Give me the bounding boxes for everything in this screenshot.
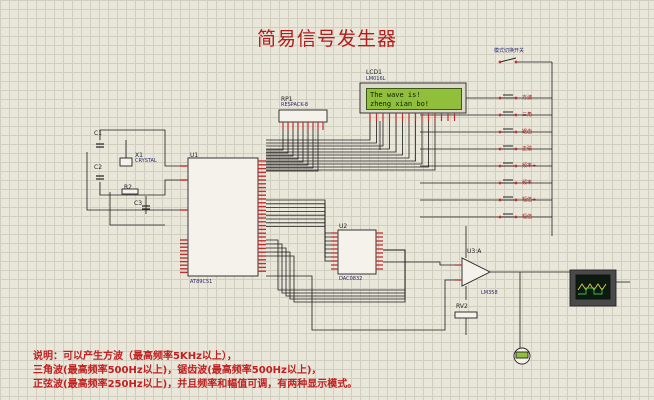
button-terminal: [514, 130, 518, 134]
schematic-canvas: [86, 57, 630, 365]
dac-bus-wire: [266, 203, 331, 238]
schematic-title: 简易信号发生器: [256, 28, 397, 50]
u3-label: U3:A: [467, 248, 482, 255]
button-terminal: [498, 130, 502, 134]
description-line-2: 三角波(最高频率500Hz以上)，锯齿波(最高频率500Hz以上)，: [33, 365, 322, 376]
rp1-body: [278, 109, 328, 123]
button-terminal: [498, 96, 502, 100]
x1-sub-label: CRYSTAL: [135, 158, 157, 164]
c2-wire: [99, 182, 110, 196]
dac-bus-wire: [266, 207, 331, 242]
button-label-3: 正弦: [522, 146, 533, 152]
voltmeter-display: [515, 351, 529, 359]
mode-switch-terminal: [498, 60, 502, 64]
button-terminal: [498, 215, 502, 219]
rp1-sub-label: RESPACK-8: [281, 102, 309, 108]
button-label-6: 幅值+: [522, 197, 537, 203]
button-terminal: [514, 147, 518, 151]
button-terminal: [514, 181, 518, 185]
lcd-bus-wire: [266, 121, 429, 168]
rp1-bus-wire: [266, 130, 309, 166]
parts-layer: [96, 57, 617, 365]
u1-sub-label: AT89C51: [190, 279, 213, 285]
mode-switch: [499, 57, 517, 63]
c2-label: C2: [94, 164, 103, 171]
u3-triangle: [461, 257, 492, 287]
button-terminal: [498, 147, 502, 151]
button-terminal: [498, 113, 502, 117]
lcd-line-1: The wave is!: [370, 91, 421, 99]
description-line-1: 说明：可以产生方波（最高频率5KHz以上），: [33, 351, 237, 362]
x1-body: [119, 157, 133, 167]
button-terminal: [514, 198, 518, 202]
button-terminal: [514, 164, 518, 168]
u1-label: U1: [190, 152, 199, 159]
lcd-bus-wire: [266, 121, 436, 171]
button-terminal: [498, 181, 502, 185]
rp1-bus-wire: [266, 130, 289, 154]
button-terminal: [498, 198, 502, 202]
u2-sub-label: DAC0832: [339, 276, 363, 282]
button-label-0: 方波: [522, 95, 533, 101]
button-label-5: 频率-: [522, 180, 534, 186]
rv2-body: [454, 311, 478, 319]
button-terminal: [514, 215, 518, 219]
rv2-label: RV2: [456, 303, 468, 310]
dac-bus-wire: [266, 199, 331, 234]
ctrl-wire: [266, 247, 406, 297]
mode-switch-label: 模式切换开关: [494, 48, 525, 54]
u2-label: U2: [339, 223, 348, 230]
button-terminal: [514, 113, 518, 117]
description-line-3: 正弦波(最高频率250Hz以上)，并且频率和幅值可调，有两种显示模式。: [33, 379, 358, 390]
mode-switch-terminal: [514, 60, 518, 64]
c1-label: C1: [94, 130, 103, 137]
lcd-bus-wire: [266, 121, 423, 165]
button-terminal: [498, 164, 502, 168]
button-terminal: [514, 96, 518, 100]
dac-out-wire: [383, 261, 455, 266]
button-label-1: 三角: [522, 112, 533, 118]
lcd-name-label: LCD1: [366, 69, 382, 76]
r2-wire: [109, 192, 165, 226]
button-label-2: 锯齿: [522, 129, 533, 135]
u1-body: [187, 157, 259, 277]
button-label-7: 幅值-: [522, 214, 534, 220]
oscilloscope-screen: [575, 274, 611, 300]
u2-body: [337, 229, 377, 275]
c3-label: C3: [134, 200, 143, 207]
lcd-screen[interactable]: The wave is! zheng xian bo!: [366, 88, 462, 110]
lcd-line-2: zheng xian bo!: [370, 100, 430, 108]
u3-sub-label: LM358: [481, 290, 498, 296]
lcd-model-label: LM016L: [366, 76, 386, 82]
lcd-bus-wire: [266, 121, 403, 156]
r2-label: R2: [124, 184, 132, 191]
lcd-bus-wire: [266, 121, 390, 150]
button-label-4: 频率+: [522, 163, 537, 169]
wire-layer: [86, 61, 630, 348]
xtal-wire: [110, 179, 180, 196]
